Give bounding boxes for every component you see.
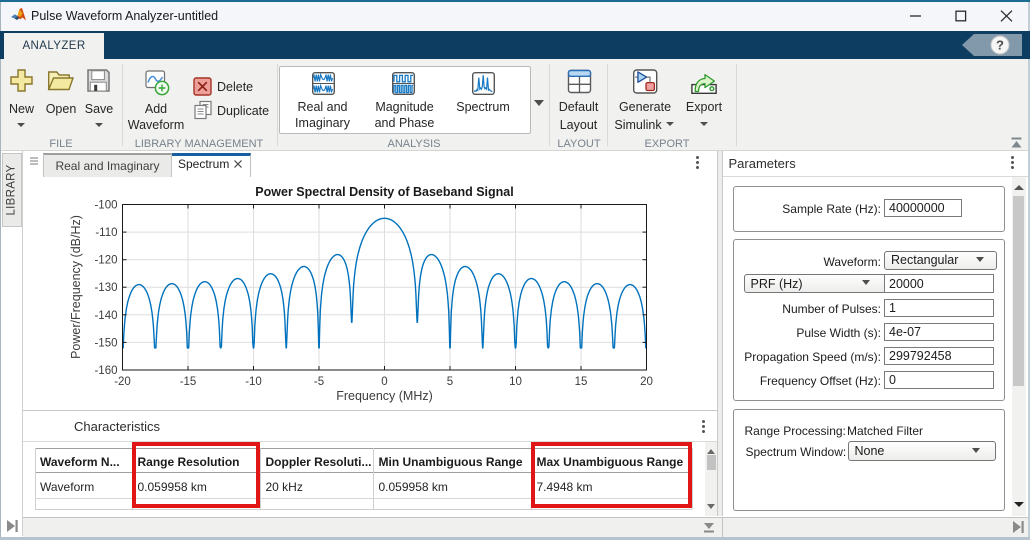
svg-text:5: 5 — [447, 376, 453, 388]
svg-text:Power/Frequency (dB/Hz): Power/Frequency (dB/Hz) — [69, 215, 83, 359]
svg-text:-10: -10 — [245, 376, 262, 388]
svg-text:10: 10 — [509, 376, 522, 388]
svg-text:-15: -15 — [180, 376, 197, 388]
svg-text:?: ? — [996, 38, 1004, 53]
svg-text:-140: -140 — [94, 310, 117, 322]
svg-text:-110: -110 — [95, 227, 117, 239]
svg-text:0: 0 — [381, 376, 387, 388]
svg-text:Frequency (MHz): Frequency (MHz) — [336, 389, 433, 403]
svg-text:15: 15 — [575, 376, 588, 388]
svg-text:-5: -5 — [314, 376, 324, 388]
svg-text:-150: -150 — [94, 337, 117, 349]
svg-text:20: 20 — [640, 376, 653, 388]
svg-text:-20: -20 — [114, 376, 131, 388]
svg-text:-120: -120 — [94, 255, 117, 267]
svg-text:-100: -100 — [94, 200, 117, 212]
svg-text:-130: -130 — [94, 282, 117, 294]
